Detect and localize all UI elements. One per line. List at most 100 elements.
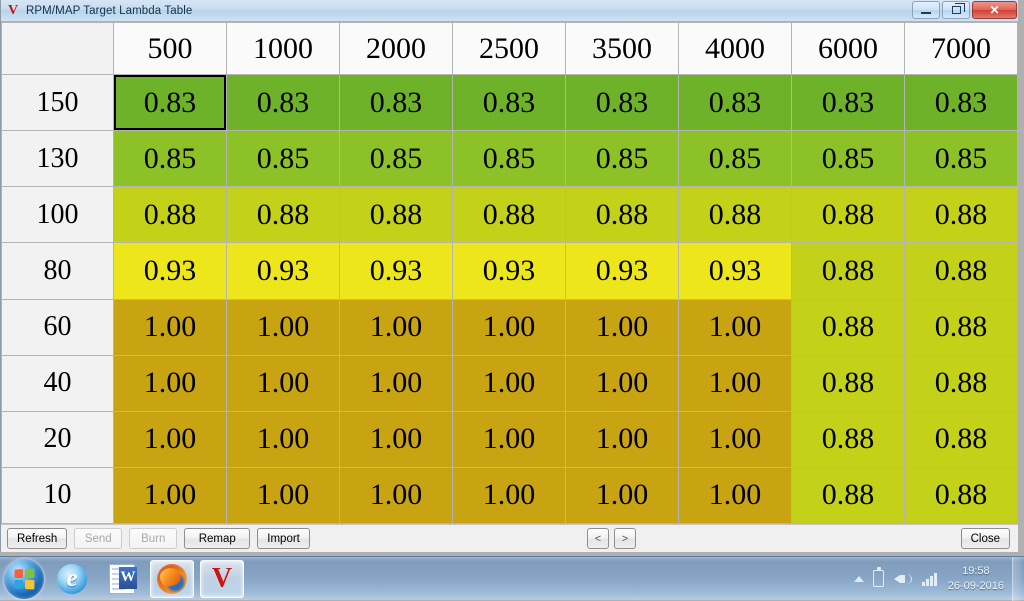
table-cell-r7-c2[interactable]: 1.00 (340, 467, 453, 523)
previous-page-button[interactable]: < (587, 528, 609, 549)
volume-icon[interactable] (894, 571, 912, 587)
table-cell-r0-c2[interactable]: 0.83 (340, 75, 453, 131)
row-header-150[interactable]: 150 (2, 75, 114, 131)
table-cell-r7-c3[interactable]: 1.00 (453, 467, 566, 523)
table-cell-r2-c0[interactable]: 0.88 (114, 187, 227, 243)
restore-button[interactable] (942, 1, 970, 19)
table-cell-r4-c6[interactable]: 0.88 (792, 299, 905, 355)
table-cell-r2-c2[interactable]: 0.88 (340, 187, 453, 243)
column-header-3500[interactable]: 3500 (566, 23, 679, 75)
taskbar-item-v-app[interactable]: V (200, 560, 244, 598)
table-cell-r5-c4[interactable]: 1.00 (566, 355, 679, 411)
taskbar-item-microsoft-word[interactable]: W (100, 560, 144, 598)
title-bar[interactable]: V RPM/MAP Target Lambda Table ✕ (1, 0, 1018, 22)
refresh-button[interactable]: Refresh (7, 528, 67, 549)
column-header-1000[interactable]: 1000 (227, 23, 340, 75)
row-header-20[interactable]: 20 (2, 411, 114, 467)
table-cell-r2-c6[interactable]: 0.88 (792, 187, 905, 243)
network-signal-icon[interactable] (922, 572, 937, 586)
table-cell-r2-c5[interactable]: 0.88 (679, 187, 792, 243)
import-button[interactable]: Import (257, 528, 310, 549)
table-cell-r4-c2[interactable]: 1.00 (340, 299, 453, 355)
taskbar-item-internet-explorer[interactable] (50, 560, 94, 598)
table-cell-r1-c0[interactable]: 0.85 (114, 131, 227, 187)
table-cell-r0-c5[interactable]: 0.83 (679, 75, 792, 131)
table-cell-r3-c6[interactable]: 0.88 (792, 243, 905, 299)
table-cell-r6-c7[interactable]: 0.88 (905, 411, 1018, 467)
column-header-7000[interactable]: 7000 (905, 23, 1018, 75)
table-cell-r4-c0[interactable]: 1.00 (114, 299, 227, 355)
table-cell-r0-c6[interactable]: 0.83 (792, 75, 905, 131)
table-cell-r2-c1[interactable]: 0.88 (227, 187, 340, 243)
table-cell-r6-c5[interactable]: 1.00 (679, 411, 792, 467)
table-cell-r0-c0[interactable]: 0.83 (114, 75, 227, 131)
table-cell-r5-c3[interactable]: 1.00 (453, 355, 566, 411)
table-cell-r7-c1[interactable]: 1.00 (227, 467, 340, 523)
table-cell-r5-c6[interactable]: 0.88 (792, 355, 905, 411)
table-cell-r6-c0[interactable]: 1.00 (114, 411, 227, 467)
column-header-500[interactable]: 500 (114, 23, 227, 75)
table-cell-r7-c0[interactable]: 1.00 (114, 467, 227, 523)
battery-icon[interactable] (873, 570, 884, 587)
table-cell-r3-c4[interactable]: 0.93 (566, 243, 679, 299)
table-cell-r6-c2[interactable]: 1.00 (340, 411, 453, 467)
column-header-2500[interactable]: 2500 (453, 23, 566, 75)
show-desktop-button[interactable] (1012, 557, 1022, 601)
table-cell-r6-c1[interactable]: 1.00 (227, 411, 340, 467)
table-cell-r1-c3[interactable]: 0.85 (453, 131, 566, 187)
table-cell-r2-c4[interactable]: 0.88 (566, 187, 679, 243)
table-cell-r3-c7[interactable]: 0.88 (905, 243, 1018, 299)
table-cell-r3-c2[interactable]: 0.93 (340, 243, 453, 299)
table-cell-r4-c1[interactable]: 1.00 (227, 299, 340, 355)
close-window-button[interactable]: ✕ (972, 1, 1017, 19)
table-cell-r4-c7[interactable]: 0.88 (905, 299, 1018, 355)
table-cell-r5-c7[interactable]: 0.88 (905, 355, 1018, 411)
next-page-button[interactable]: > (614, 528, 636, 549)
table-cell-r0-c3[interactable]: 0.83 (453, 75, 566, 131)
clock[interactable]: 19:58 26-09-2016 (942, 564, 1012, 594)
table-cell-r5-c2[interactable]: 1.00 (340, 355, 453, 411)
row-header-130[interactable]: 130 (2, 131, 114, 187)
table-cell-r1-c6[interactable]: 0.85 (792, 131, 905, 187)
table-cell-r4-c4[interactable]: 1.00 (566, 299, 679, 355)
table-cell-r4-c3[interactable]: 1.00 (453, 299, 566, 355)
table-cell-r0-c4[interactable]: 0.83 (566, 75, 679, 131)
table-cell-r3-c3[interactable]: 0.93 (453, 243, 566, 299)
column-header-6000[interactable]: 6000 (792, 23, 905, 75)
show-hidden-icons-arrow-icon[interactable] (854, 576, 864, 582)
table-cell-r2-c7[interactable]: 0.88 (905, 187, 1018, 243)
table-cell-r7-c4[interactable]: 1.00 (566, 467, 679, 523)
minimize-button[interactable] (912, 1, 940, 19)
remap-button[interactable]: Remap (184, 528, 250, 549)
table-cell-r6-c3[interactable]: 1.00 (453, 411, 566, 467)
table-cell-r3-c0[interactable]: 0.93 (114, 243, 227, 299)
taskbar-item-firefox[interactable] (150, 560, 194, 598)
table-cell-r1-c5[interactable]: 0.85 (679, 131, 792, 187)
table-cell-r4-c5[interactable]: 1.00 (679, 299, 792, 355)
column-header-4000[interactable]: 4000 (679, 23, 792, 75)
table-cell-r2-c3[interactable]: 0.88 (453, 187, 566, 243)
table-cell-r6-c6[interactable]: 0.88 (792, 411, 905, 467)
table-cell-r6-c4[interactable]: 1.00 (566, 411, 679, 467)
column-header-2000[interactable]: 2000 (340, 23, 453, 75)
row-header-80[interactable]: 80 (2, 243, 114, 299)
table-cell-r3-c1[interactable]: 0.93 (227, 243, 340, 299)
table-cell-r7-c6[interactable]: 0.88 (792, 467, 905, 523)
table-cell-r1-c7[interactable]: 0.85 (905, 131, 1018, 187)
table-cell-r3-c5[interactable]: 0.93 (679, 243, 792, 299)
table-cell-r1-c1[interactable]: 0.85 (227, 131, 340, 187)
row-header-100[interactable]: 100 (2, 187, 114, 243)
table-cell-r1-c2[interactable]: 0.85 (340, 131, 453, 187)
table-cell-r5-c5[interactable]: 1.00 (679, 355, 792, 411)
table-cell-r7-c5[interactable]: 1.00 (679, 467, 792, 523)
row-header-10[interactable]: 10 (2, 467, 114, 523)
table-cell-r5-c1[interactable]: 1.00 (227, 355, 340, 411)
table-cell-r0-c1[interactable]: 0.83 (227, 75, 340, 131)
table-cell-r0-c7[interactable]: 0.83 (905, 75, 1018, 131)
start-button[interactable] (4, 559, 44, 599)
close-dialog-button[interactable]: Close (961, 528, 1010, 549)
row-header-60[interactable]: 60 (2, 299, 114, 355)
table-cell-r1-c4[interactable]: 0.85 (566, 131, 679, 187)
table-cell-r5-c0[interactable]: 1.00 (114, 355, 227, 411)
table-cell-r7-c7[interactable]: 0.88 (905, 467, 1018, 523)
